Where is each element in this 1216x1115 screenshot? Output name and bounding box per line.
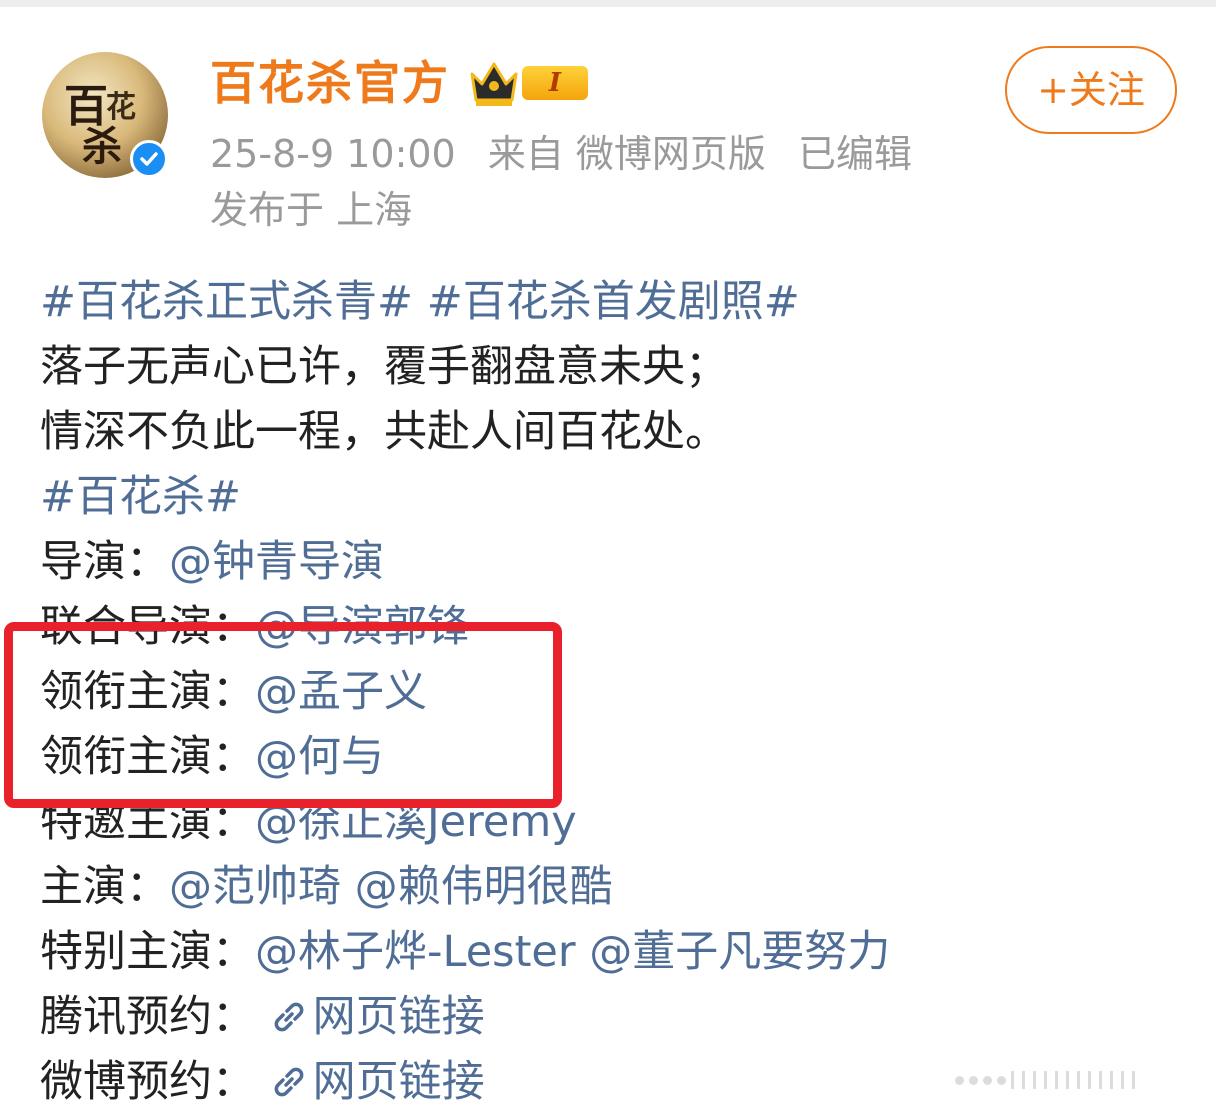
mention-link[interactable]: @董子凡要努力: [589, 927, 890, 977]
hashtag-link[interactable]: #百花杀首发剧照#: [427, 277, 800, 327]
post-meta: 25-8-9 10:00 来自 微博网页版 已编辑: [210, 128, 932, 180]
credit-line-cast: 主演：@范帅琦 @赖伟明很酷: [40, 855, 1190, 920]
poem-line: 情深不负此一程，共赴人间百花处。: [40, 407, 728, 457]
link-chain-icon: [274, 1002, 304, 1032]
hashtag-line: #百花杀#: [40, 465, 1190, 530]
author-name[interactable]: 百花杀官方: [210, 52, 450, 114]
verified-check-icon: [130, 140, 168, 178]
mention-link[interactable]: @钟青导演: [169, 537, 384, 587]
post-timestamp: 25-8-9 10:00: [210, 132, 456, 176]
hashtag-link[interactable]: #百花杀正式杀青#: [40, 277, 413, 327]
credit-label: 导演：: [40, 537, 169, 587]
mention-link[interactable]: @赖伟明很酷: [355, 862, 613, 912]
follow-button[interactable]: +关注: [1005, 46, 1177, 134]
mention-link[interactable]: @范帅琦: [169, 862, 341, 912]
web-link[interactable]: 网页链接: [269, 992, 485, 1042]
web-link-label: 网页链接: [312, 1057, 485, 1107]
post-location: 发布于 上海: [210, 188, 413, 232]
hashtag-link[interactable]: #百花杀#: [40, 472, 241, 522]
post-source: 来自 微博网页版: [487, 132, 766, 176]
booking-label: 微博预约：: [40, 1057, 255, 1107]
mention-link[interactable]: @林子烨-Lester: [255, 927, 576, 977]
crown-icon: [470, 62, 518, 106]
vip-level-label: I: [522, 66, 588, 100]
web-link-label: 网页链接: [312, 992, 485, 1042]
highlight-box: [4, 622, 562, 808]
credit-line-director: 导演：@钟青导演: [40, 530, 1190, 595]
top-divider: [0, 0, 1216, 7]
booking-line-tencent: 腾讯预约： 网页链接: [40, 985, 1190, 1050]
credit-label: 主演：: [40, 862, 169, 912]
web-link[interactable]: 网页链接: [269, 1057, 485, 1107]
booking-label: 腾讯预约：: [40, 992, 255, 1042]
credit-line-special-cast: 特别主演：@林子烨-Lester @董子凡要努力: [40, 920, 1190, 985]
vip-badge[interactable]: I: [466, 56, 596, 110]
hashtag-line: #百花杀正式杀青# #百花杀首发剧照#: [40, 270, 1190, 335]
credit-label: 特别主演：: [40, 927, 255, 977]
watermark-pattern: [955, 1070, 1205, 1090]
poem-line: 落子无声心已许，覆手翻盘意未央；: [40, 342, 728, 392]
edited-label[interactable]: 已编辑: [798, 132, 912, 176]
avatar-logo-char: 杀: [82, 123, 122, 170]
link-chain-icon: [274, 1067, 304, 1097]
